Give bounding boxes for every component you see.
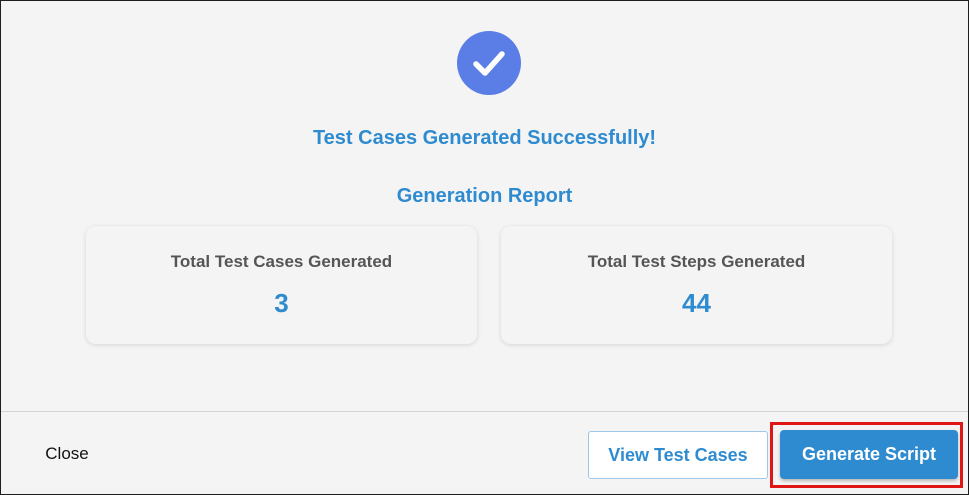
success-title: Test Cases Generated Successfully! xyxy=(312,127,657,149)
stat-label-test-steps: Total Test Steps Generated xyxy=(587,252,806,271)
stat-value-test-cases: 3 xyxy=(274,288,289,318)
stat-card-test-cases: Total Test Cases Generated 3 xyxy=(86,226,477,344)
view-test-cases-button[interactable]: View Test Cases xyxy=(588,431,768,479)
stat-value-test-steps: 44 xyxy=(682,288,711,318)
stat-card-test-steps: Total Test Steps Generated 44 xyxy=(501,226,892,344)
report-title: Generation Report xyxy=(396,185,573,207)
success-check-icon xyxy=(457,31,521,95)
generate-script-button[interactable]: Generate Script xyxy=(780,430,958,479)
footer-divider xyxy=(1,411,968,412)
generation-result-dialog: Test Cases Generated Successfully! Gener… xyxy=(0,0,969,495)
checkmark-icon xyxy=(473,51,505,76)
close-button[interactable]: Close xyxy=(31,433,103,475)
stat-label-test-cases: Total Test Cases Generated xyxy=(170,252,393,271)
